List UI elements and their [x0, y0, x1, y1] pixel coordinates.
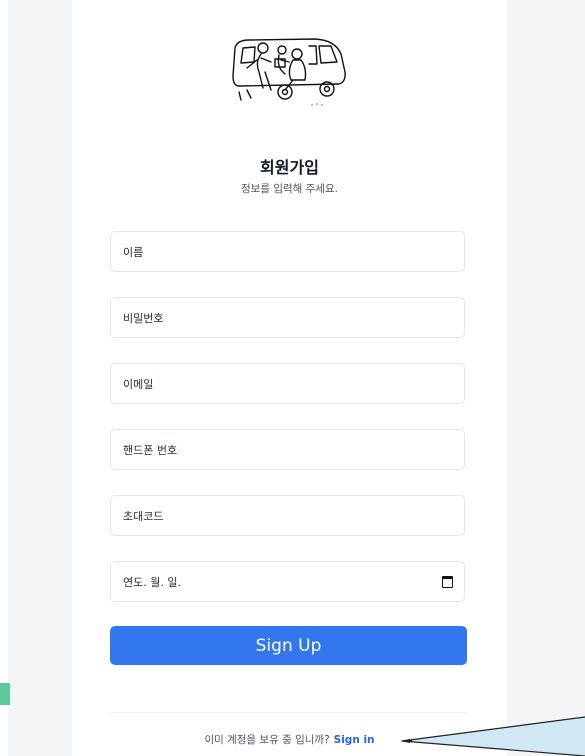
- email-field[interactable]: 이메일: [110, 363, 465, 404]
- sign-up-button[interactable]: Sign Up: [110, 626, 467, 665]
- signup-card: 회원가입 정보를 입력해 주세요. 이름 비밀번호 이메일 핸드폰 번호 초대코…: [72, 0, 507, 756]
- name-field-placeholder: 이름: [123, 245, 144, 259]
- email-field-placeholder: 이메일: [123, 377, 154, 391]
- sign-in-link[interactable]: Sign in: [334, 734, 375, 746]
- phone-field[interactable]: 핸드폰 번호: [110, 429, 465, 470]
- password-field[interactable]: 비밀번호: [110, 297, 465, 338]
- footer-text: 이미 계정을 보유 중 입니까?: [204, 734, 330, 746]
- left-margin: [0, 0, 8, 756]
- birthdate-field[interactable]: 연도. 월. 일.: [110, 561, 465, 602]
- phone-field-placeholder: 핸드폰 번호: [123, 443, 178, 457]
- right-background: [507, 0, 585, 756]
- invite-code-field-placeholder: 초대코드: [123, 509, 164, 523]
- calendar-icon[interactable]: [442, 576, 453, 588]
- annotation-arrow: [400, 716, 585, 756]
- name-field[interactable]: 이름: [110, 231, 465, 272]
- invite-code-field[interactable]: 초대코드: [110, 495, 465, 536]
- left-background: [0, 0, 72, 756]
- page-title: 회원가입: [260, 158, 319, 177]
- divider: [110, 712, 467, 713]
- green-side-marker: [0, 683, 10, 705]
- page-subtitle: 정보를 입력해 주세요.: [241, 183, 338, 195]
- birthdate-field-placeholder: 연도. 월. 일.: [123, 575, 181, 589]
- van-people-illustration: [232, 38, 346, 106]
- password-field-placeholder: 비밀번호: [123, 311, 164, 325]
